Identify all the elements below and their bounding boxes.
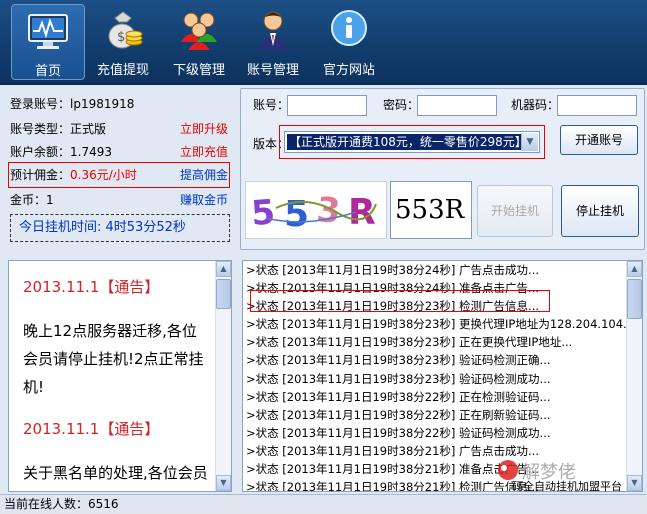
start-hosting-button[interactable]: 开始挂机 bbox=[477, 185, 553, 237]
toolbar-account-management-label: 账号管理 bbox=[246, 63, 299, 78]
toolbar-home-label: 首页 bbox=[34, 64, 61, 79]
scroll-up-icon[interactable]: ▲ bbox=[627, 261, 642, 277]
toolbar-official-site-label: 官方网站 bbox=[322, 63, 375, 78]
earn-coins-link[interactable]: 赚取金币 bbox=[180, 191, 228, 209]
status-log-panel: >状态 [2013年11月1日19时38分24秒] 广告点击成功... >状态 [… bbox=[242, 260, 643, 492]
log-scrollbar[interactable]: ▲ ▼ bbox=[626, 261, 642, 491]
log-line: >状态 [2013年11月1日19时38分24秒] 广告点击成功... bbox=[246, 263, 540, 277]
version-selected-value: 【正式版开通费108元，统一零售价298元】 bbox=[287, 134, 529, 150]
users-icon bbox=[181, 12, 217, 50]
svg-text:3: 3 bbox=[315, 190, 342, 232]
notice-scroll-thumb[interactable] bbox=[216, 279, 231, 309]
notice-title-2: 2013.11.1【通告】 bbox=[23, 420, 160, 438]
monitor-icon bbox=[28, 14, 68, 49]
status-bar: 当前在线人数：6516 bbox=[0, 494, 647, 514]
raise-commission-link[interactable]: 提高佣金 bbox=[180, 166, 228, 184]
version-select[interactable]: 【正式版开通费108元，统一零售价298元】 ▼ bbox=[284, 131, 540, 153]
log-line: >状态 [2013年11月1日19时38分21秒] 广告点击成功... bbox=[246, 443, 540, 458]
notice-panel: 2013.11.1【通告】 晚上12点服务器迁移,各位会员请停止挂机!2点正常挂… bbox=[8, 260, 232, 492]
log-line: >状态 [2013年11月1日19时38分21秒] 准备点击广告... bbox=[246, 462, 540, 477]
log-line: >状态 [2013年11月1日19时38分23秒] 验证码检测正确... bbox=[246, 353, 551, 368]
toolbar-home[interactable]: 首页 bbox=[11, 4, 85, 80]
account-input[interactable] bbox=[287, 95, 367, 116]
notice-title-1: 2013.11.1【通告】 bbox=[23, 278, 160, 296]
svg-text:$: $ bbox=[117, 30, 125, 45]
log-highlight-box bbox=[250, 290, 550, 312]
stop-hosting-button[interactable]: 停止挂机 bbox=[561, 185, 639, 237]
svg-text:5: 5 bbox=[250, 192, 276, 234]
log-line: >状态 [2013年11月1日19时38分21秒] 检测广告信息... bbox=[246, 480, 540, 492]
captcha-image[interactable]: 5 5 3 R bbox=[245, 181, 387, 239]
online-users-count: 当前在线人数：6516 bbox=[4, 497, 119, 511]
coins-label: 金币：1 bbox=[10, 193, 54, 207]
account-type-label: 账号类型：正式版 bbox=[10, 122, 107, 136]
toolbar-recharge[interactable]: $ 充值提现 bbox=[86, 4, 160, 80]
captcha-input[interactable]: 553R bbox=[390, 181, 472, 239]
scroll-down-icon[interactable]: ▼ bbox=[216, 475, 231, 491]
toolbar-official-site[interactable]: 官方网站 bbox=[312, 4, 386, 80]
password-field-label: 密码： bbox=[383, 98, 420, 112]
log-line: >状态 [2013年11月1日19时38分23秒] 验证码检测成功... bbox=[246, 371, 551, 386]
notice-body-1: 晚上12点服务器迁移,各位会员请停止挂机!2点正常挂机! bbox=[23, 322, 204, 396]
svg-text:5: 5 bbox=[284, 194, 309, 235]
main-toolbar: 首页 $ 充值提现 下级管理 账号管理 官方网站 bbox=[0, 0, 647, 85]
log-line: >状态 [2013年11月1日19时38分22秒] 正在刷新验证码... bbox=[246, 407, 551, 422]
version-highlight-box: 【正式版开通费108元，统一零售价298元】 ▼ bbox=[279, 125, 545, 159]
captcha-graphic: 5 5 3 R bbox=[250, 190, 377, 235]
online-time-display: 今日挂机时间: 4时53分52秒 bbox=[10, 214, 230, 242]
toolbar-recharge-label: 充值提现 bbox=[96, 63, 149, 78]
account-field-label: 账号： bbox=[253, 98, 290, 112]
scroll-down-icon[interactable]: ▼ bbox=[627, 475, 642, 491]
toolbar-subordinates[interactable]: 下级管理 bbox=[162, 4, 236, 80]
notice-scrollbar[interactable]: ▲ ▼ bbox=[215, 261, 231, 491]
log-line: >状态 [2013年11月1日19时38分22秒] 验证码检测成功... bbox=[246, 425, 551, 440]
account-info-panel: 登录账号：lp1981918 账号类型：正式版 立即升级 账户余额：1.7493… bbox=[6, 90, 232, 248]
recharge-link[interactable]: 立即充值 bbox=[180, 143, 228, 161]
login-account-label: 登录账号：lp1981918 bbox=[10, 97, 135, 111]
log-line: >状态 [2013年11月1日19时38分23秒] 更换代理IP地址为128.2… bbox=[246, 317, 627, 332]
login-panel: 账号： 密码： 机器码： 版本： 【正式版开通费108元，统一零售价298元】 … bbox=[240, 88, 645, 250]
chevron-down-icon[interactable]: ▼ bbox=[521, 133, 538, 151]
user-manager-icon bbox=[257, 11, 289, 50]
notice-body-2: 关于黑名单的处理,各位会员请下载最新版的软件登 bbox=[23, 464, 208, 482]
machine-code-label: 机器码： bbox=[511, 98, 560, 112]
toolbar-subordinates-label: 下级管理 bbox=[172, 63, 225, 78]
balance-label: 账户余额：1.7493 bbox=[10, 145, 112, 159]
toolbar-account-management[interactable]: 账号管理 bbox=[236, 4, 310, 80]
log-line: >状态 [2013年11月1日19时38分23秒] 正在更换代理IP地址... bbox=[246, 335, 573, 350]
commission-value: 0.36元/小时 bbox=[70, 168, 137, 182]
log-line: >状态 [2013年11月1日19时38分22秒] 正在检测验证码... bbox=[246, 389, 551, 404]
upgrade-link[interactable]: 立即升级 bbox=[180, 120, 228, 138]
notice-content: 2013.11.1【通告】 晚上12点服务器迁移,各位会员请停止挂机!2点正常挂… bbox=[9, 261, 217, 491]
commission-prefix: 预计佣金： bbox=[10, 168, 71, 182]
log-scroll-thumb[interactable] bbox=[627, 279, 642, 319]
money-bag-icon: $ bbox=[108, 11, 143, 49]
info-icon bbox=[331, 10, 367, 46]
open-account-button[interactable]: 开通账号 bbox=[560, 125, 638, 155]
scroll-up-icon[interactable]: ▲ bbox=[216, 261, 231, 277]
password-input[interactable] bbox=[417, 95, 497, 116]
machine-code-input[interactable] bbox=[557, 95, 637, 116]
commission-row: 预计佣金：0.36元/小时 bbox=[10, 166, 137, 184]
